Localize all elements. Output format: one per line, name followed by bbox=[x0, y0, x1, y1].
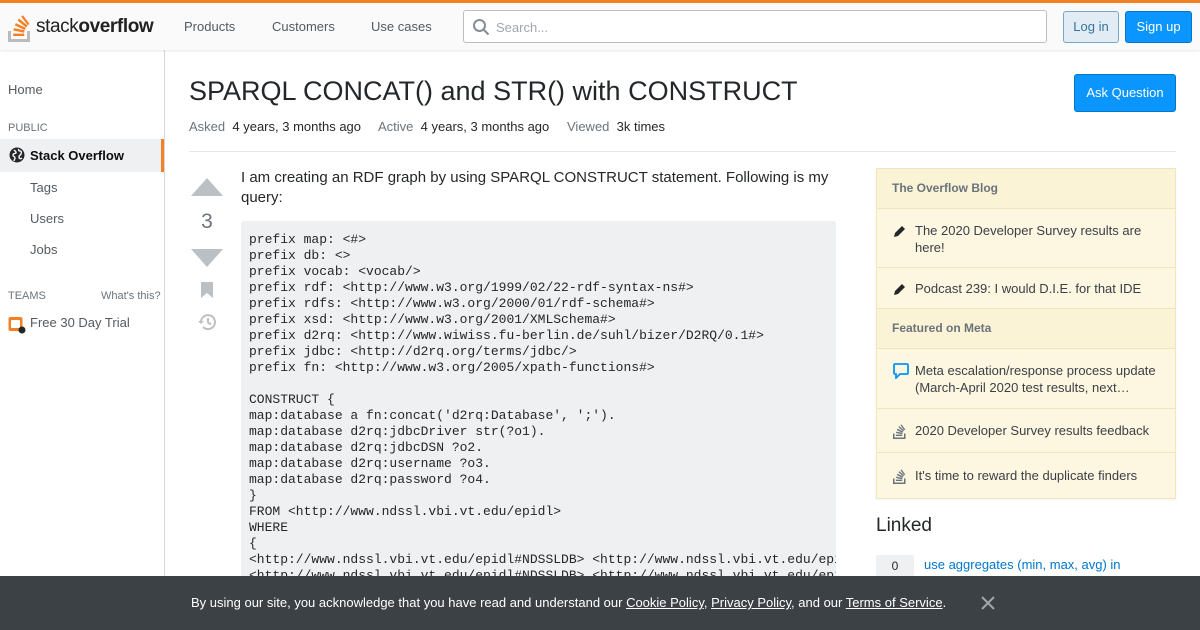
blog-item[interactable]: Podcast 239: I would D.I.E. for that IDE bbox=[877, 268, 1175, 309]
sidebar-section-public: PUBLIC bbox=[8, 122, 48, 134]
overflow-blog-widget: The Overflow Blog The 2020 Developer Sur… bbox=[876, 168, 1176, 499]
search-box bbox=[463, 10, 1047, 43]
search-icon bbox=[473, 19, 490, 36]
active-meta: Active 4 years, 3 months ago bbox=[378, 119, 549, 134]
code-block: prefix map: <#> prefix db: <> prefix voc… bbox=[241, 221, 836, 581]
close-icon[interactable] bbox=[980, 595, 996, 611]
linked-vote-count[interactable]: 0 bbox=[876, 555, 914, 577]
cookie-banner: By using our site, you acknowledge that … bbox=[0, 576, 1200, 630]
privacy-policy-link[interactable]: Privacy Policy bbox=[711, 595, 791, 610]
sidebar-item-free-trial[interactable]: Free 30 Day Trial bbox=[30, 315, 130, 330]
header-divider bbox=[189, 151, 1176, 152]
terms-of-service-link[interactable]: Terms of Service bbox=[846, 595, 943, 610]
sidebar-item-jobs[interactable]: Jobs bbox=[30, 242, 57, 257]
blog-item-title[interactable]: The 2020 Developer Survey results are he… bbox=[915, 222, 1163, 256]
meta-item-title[interactable]: 2020 Developer Survey results feedback bbox=[915, 422, 1163, 439]
sidebar-item-home[interactable]: Home bbox=[8, 82, 43, 97]
meta-item[interactable]: It's time to reward the duplicate finder… bbox=[877, 453, 1175, 499]
login-button[interactable]: Log in bbox=[1063, 11, 1119, 43]
search-input[interactable] bbox=[496, 17, 1036, 37]
top-bar: stackoverflow Products Customers Use cas… bbox=[0, 0, 1200, 50]
stack-logo-icon bbox=[893, 424, 906, 439]
downvote-arrow-icon[interactable] bbox=[191, 249, 223, 267]
asked-meta: Asked 4 years, 3 months ago bbox=[189, 119, 361, 134]
linked-heading: Linked bbox=[876, 515, 932, 536]
stack-overflow-logo-icon bbox=[8, 15, 30, 42]
sidebar-section-teams: TEAMS bbox=[8, 290, 46, 302]
active-label: Active bbox=[378, 119, 414, 134]
asked-label: Asked bbox=[189, 119, 226, 134]
sidebar-item-users[interactable]: Users bbox=[30, 211, 64, 226]
blog-item-title[interactable]: Podcast 239: I would D.I.E. for that IDE bbox=[915, 280, 1163, 297]
meta-item-title[interactable]: Meta escalation/response process update … bbox=[915, 362, 1163, 396]
cookie-policy-link[interactable]: Cookie Policy bbox=[626, 595, 704, 610]
pencil-icon bbox=[894, 226, 905, 237]
viewed-label: Viewed bbox=[567, 119, 610, 134]
nav-products[interactable]: Products bbox=[184, 19, 235, 34]
ask-question-button[interactable]: Ask Question bbox=[1074, 74, 1176, 112]
signup-button[interactable]: Sign up bbox=[1125, 11, 1192, 43]
meta-item-title[interactable]: It's time to reward the duplicate finder… bbox=[915, 467, 1163, 484]
cookie-sep: , bbox=[703, 595, 712, 610]
sidebar-item-label: Stack Overflow bbox=[30, 148, 124, 163]
nav-customers[interactable]: Customers bbox=[272, 19, 335, 34]
overflow-blog-heading: The Overflow Blog bbox=[877, 169, 1175, 209]
sidebar-item-stack-overflow[interactable]: Stack Overflow bbox=[0, 139, 164, 172]
globe-icon bbox=[9, 147, 25, 163]
active-value[interactable]: 4 years, 3 months ago bbox=[421, 119, 550, 134]
question-title[interactable]: SPARQL CONCAT() and STR() with CONSTRUCT bbox=[189, 76, 798, 107]
left-sidebar: Home PUBLIC Stack Overflow Tags Users Jo… bbox=[0, 50, 165, 630]
cookie-sep: , and our bbox=[791, 595, 846, 610]
stack-logo-icon bbox=[893, 469, 906, 484]
stack-overflow-logo[interactable]: stackoverflow bbox=[8, 10, 154, 44]
asked-value: 4 years, 3 months ago bbox=[232, 119, 362, 134]
upvote-arrow-icon[interactable] bbox=[191, 178, 223, 196]
whats-this-link[interactable]: What's this? bbox=[101, 290, 161, 302]
chat-bubble-icon bbox=[893, 363, 909, 379]
vote-count: 3 bbox=[201, 210, 213, 233]
cookie-end: . bbox=[942, 595, 947, 610]
featured-on-meta-heading: Featured on Meta bbox=[877, 309, 1175, 349]
logo-wordmark: stackoverflow bbox=[36, 16, 154, 37]
viewed-value: 3k times bbox=[616, 119, 666, 134]
bookmark-icon[interactable] bbox=[201, 282, 213, 298]
blog-item[interactable]: The 2020 Developer Survey results are he… bbox=[877, 209, 1175, 268]
viewed-meta: Viewed 3k times bbox=[567, 119, 665, 134]
pencil-icon bbox=[894, 284, 905, 295]
cookie-notice: By using our site, you acknowledge that … bbox=[191, 595, 946, 610]
cookie-text-intro: By using our site, you acknowledge that … bbox=[191, 595, 627, 610]
meta-item[interactable]: Meta escalation/response process update … bbox=[877, 349, 1175, 409]
question-body: I am creating an RDF graph by using SPAR… bbox=[241, 169, 829, 206]
nav-use-cases[interactable]: Use cases bbox=[371, 19, 432, 34]
history-icon[interactable] bbox=[198, 313, 217, 331]
meta-item[interactable]: 2020 Developer Survey results feedback bbox=[877, 409, 1175, 453]
code-text: prefix map: <#> prefix db: <> prefix voc… bbox=[249, 232, 836, 581]
teams-briefcase-icon bbox=[8, 317, 26, 334]
sidebar-item-tags[interactable]: Tags bbox=[30, 180, 57, 195]
linked-question-link[interactable]: use aggregates (min, max, avg) in bbox=[924, 557, 1121, 572]
